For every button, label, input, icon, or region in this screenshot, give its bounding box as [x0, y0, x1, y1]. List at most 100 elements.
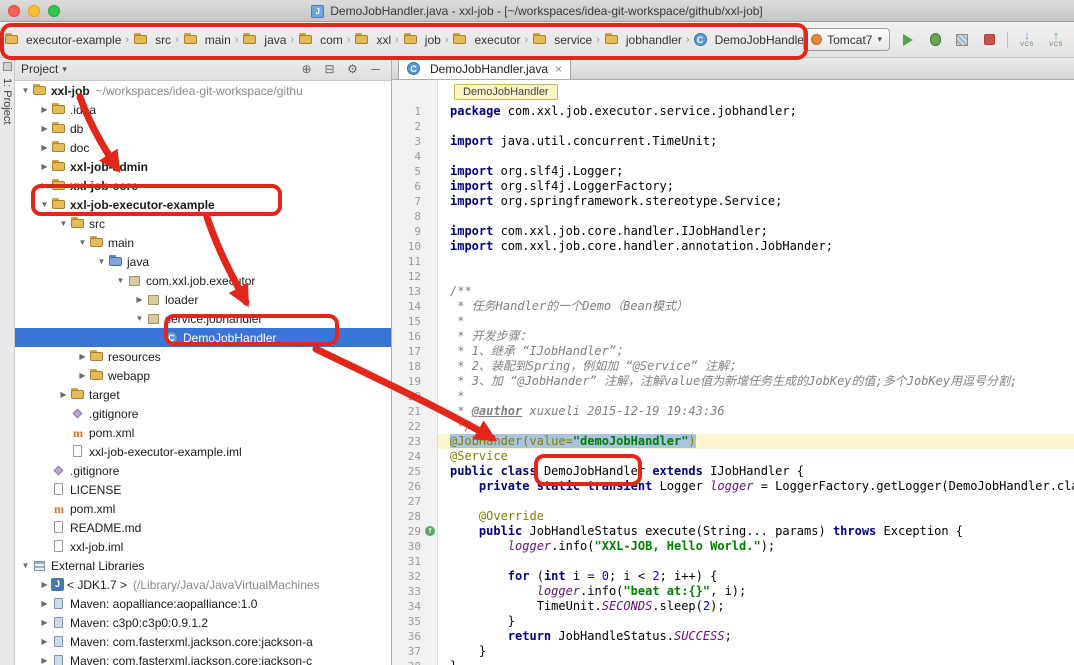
vcs-commit-button[interactable]: ↑ VCS — [1046, 31, 1066, 49]
tree-item-resources[interactable]: ▶resources — [15, 347, 391, 366]
code-line[interactable] — [450, 269, 1074, 284]
run-button[interactable] — [899, 31, 917, 49]
twisty-open-icon[interactable]: ▼ — [19, 86, 32, 95]
tree-item-readme-md[interactable]: README.md — [15, 518, 391, 537]
tree-item-xxl-job-admin[interactable]: ▶xxl-job-admin — [15, 157, 391, 176]
code-line[interactable] — [450, 494, 1074, 509]
code-line[interactable]: * — [450, 314, 1074, 329]
twisty-open-icon[interactable]: ▼ — [38, 200, 51, 209]
tree-item-pom-xml[interactable]: mpom.xml — [15, 423, 391, 442]
vcs-update-button[interactable]: ↓ VCS — [1017, 31, 1037, 49]
code-line[interactable] — [450, 554, 1074, 569]
twisty-closed-icon[interactable]: ▶ — [57, 390, 70, 399]
breadcrumb-item-main[interactable]: main — [181, 31, 233, 49]
twisty-closed-icon[interactable]: ▶ — [133, 295, 146, 304]
code-line[interactable]: } — [450, 644, 1074, 659]
code-line[interactable] — [450, 149, 1074, 164]
breadcrumb-item-service[interactable]: service — [530, 31, 594, 49]
tool-window-icon[interactable] — [3, 62, 12, 71]
breadcrumb-item-job[interactable]: job — [401, 31, 443, 49]
code-line[interactable]: import org.slf4j.Logger; — [450, 164, 1074, 179]
debug-button[interactable] — [926, 31, 944, 49]
twisty-closed-icon[interactable]: ▶ — [38, 580, 51, 589]
code-line[interactable]: public JobHandleStatus execute(String...… — [450, 524, 1074, 539]
tree-item-src[interactable]: ▼src — [15, 214, 391, 233]
breadcrumb-item-xxl[interactable]: xxl — [352, 31, 393, 49]
twisty-open-icon[interactable]: ▼ — [95, 257, 108, 266]
tree-item-target[interactable]: ▶target — [15, 385, 391, 404]
tree-item-com-xxl-job-executor[interactable]: ▼com.xxl.job.executor — [15, 271, 391, 290]
code-line[interactable]: */ — [450, 419, 1074, 434]
run-config-selector[interactable]: Tomcat7 ▾ — [803, 28, 890, 51]
code-line[interactable]: import com.xxl.job.core.handler.IJobHand… — [450, 224, 1074, 239]
tree-item-idea[interactable]: ▶.idea — [15, 100, 391, 119]
code-line[interactable]: private static transient Logger logger =… — [450, 479, 1074, 494]
breadcrumb-item-executor-example[interactable]: executor-example — [2, 31, 123, 49]
minimize-window-button[interactable] — [28, 5, 40, 17]
tree-item-maven-aopalliance-aopalliance-1-0[interactable]: ▶Maven: aopalliance:aopalliance:1.0 — [15, 594, 391, 613]
tree-item-main[interactable]: ▼main — [15, 233, 391, 252]
twisty-closed-icon[interactable]: ▶ — [76, 352, 89, 361]
code-line[interactable]: import java.util.concurrent.TimeUnit; — [450, 134, 1074, 149]
twisty-closed-icon[interactable]: ▶ — [38, 143, 51, 152]
settings-gear-icon[interactable]: ⚙ — [343, 62, 362, 76]
tree-item-xxl-job-executor-example[interactable]: ▼xxl-job-executor-example — [15, 195, 391, 214]
twisty-open-icon[interactable]: ▼ — [76, 238, 89, 247]
twisty-open-icon[interactable]: ▼ — [19, 561, 32, 570]
hide-panel-icon[interactable]: ─ — [366, 62, 385, 76]
code-line[interactable]: public class DemoJobHandler extends IJob… — [450, 464, 1074, 479]
twisty-closed-icon[interactable]: ▶ — [38, 656, 51, 665]
tree-item-gitignore[interactable]: .gitignore — [15, 461, 391, 480]
twisty-closed-icon[interactable]: ▶ — [38, 162, 51, 171]
code-line[interactable]: } — [450, 659, 1074, 665]
tree-item-webapp[interactable]: ▶webapp — [15, 366, 391, 385]
code-line[interactable]: @Override — [450, 509, 1074, 524]
tree-item-pom-xml[interactable]: mpom.xml — [15, 499, 391, 518]
tree-item-external-libraries[interactable]: ▼External Libraries — [15, 556, 391, 575]
code-line[interactable]: TimeUnit.SECONDS.sleep(2); — [450, 599, 1074, 614]
code-line[interactable]: * — [450, 389, 1074, 404]
breadcrumb-item-java[interactable]: java — [240, 31, 288, 49]
twisty-closed-icon[interactable]: ▶ — [38, 105, 51, 114]
breadcrumb-item-src[interactable]: src — [131, 31, 173, 49]
code-line[interactable]: @JobHander(value="demoJobHandler") — [438, 434, 1074, 449]
twisty-closed-icon[interactable]: ▶ — [76, 371, 89, 380]
tree-item-java[interactable]: ▼java — [15, 252, 391, 271]
tree-item-db[interactable]: ▶db — [15, 119, 391, 138]
code-line[interactable]: @Service — [450, 449, 1074, 464]
breadcrumb-item-com[interactable]: com — [296, 31, 345, 49]
code-line[interactable] — [450, 254, 1074, 269]
breadcrumb-item-jobhandler[interactable]: jobhandler — [602, 31, 684, 49]
tree-item-jdk1-7[interactable]: ▶J< JDK1.7 >(/Library/Java/JavaVirtualMa… — [15, 575, 391, 594]
code-area[interactable]: package com.xxl.job.executor.service.job… — [438, 80, 1074, 665]
tree-item-xxl-job-executor-example-iml[interactable]: xxl-job-executor-example.iml — [15, 442, 391, 461]
twisty-closed-icon[interactable]: ▶ — [38, 637, 51, 646]
twisty-closed-icon[interactable]: ▶ — [38, 599, 51, 608]
tree-item-xxl-job[interactable]: ▼xxl-job~/workspaces/idea-git-workspace/… — [15, 81, 391, 100]
editor-breadcrumb-tag[interactable]: DemoJobHandler — [454, 84, 558, 100]
tree-item-xxl-job-core[interactable]: ▶xxl-job-core — [15, 176, 391, 195]
coverage-button[interactable] — [953, 31, 971, 49]
close-tab-icon[interactable]: × — [555, 62, 562, 76]
tree-item-maven-com-fasterxml-jackson-core-jackson-a[interactable]: ▶Maven: com.fasterxml.jackson.core:jacks… — [15, 632, 391, 651]
override-gutter-icon[interactable]: ↑ — [425, 526, 435, 536]
code-line[interactable]: for (int i = 0; i < 2; i++) { — [450, 569, 1074, 584]
tree-item-service-jobhandler[interactable]: ▼service.jobhandler — [15, 309, 391, 328]
twisty-closed-icon[interactable]: ▶ — [38, 618, 51, 627]
tab-demojobhandler[interactable]: C DemoJobHandler.java × — [398, 57, 571, 79]
code-line[interactable]: logger.info("beat at:{}", i); — [450, 584, 1074, 599]
tree-item-loader[interactable]: ▶loader — [15, 290, 391, 309]
zoom-window-button[interactable] — [48, 5, 60, 17]
tree-item-gitignore[interactable]: .gitignore — [15, 404, 391, 423]
code-line[interactable]: * 开发步骤： — [450, 329, 1074, 344]
tree-item-maven-c3p0-c3p0-0-9-1-2[interactable]: ▶Maven: c3p0:c3p0:0.9.1.2 — [15, 613, 391, 632]
code-line[interactable]: * 2、装配到Spring，例如加 “@Service” 注解； — [450, 359, 1074, 374]
code-line[interactable]: logger.info("XXL-JOB, Hello World."); — [450, 539, 1074, 554]
code-line[interactable] — [450, 209, 1074, 224]
collapse-all-icon[interactable]: ⊟ — [320, 62, 339, 76]
tree-item-maven-com-fasterxml-jackson-core-jackson-c[interactable]: ▶Maven: com.fasterxml.jackson.core:jacks… — [15, 651, 391, 665]
twisty-open-icon[interactable]: ▼ — [114, 276, 127, 285]
code-line[interactable]: * @author xuxueli 2015-12-19 19:43:36 — [450, 404, 1074, 419]
tree-item-doc[interactable]: ▶doc — [15, 138, 391, 157]
tree-item-license[interactable]: LICENSE — [15, 480, 391, 499]
